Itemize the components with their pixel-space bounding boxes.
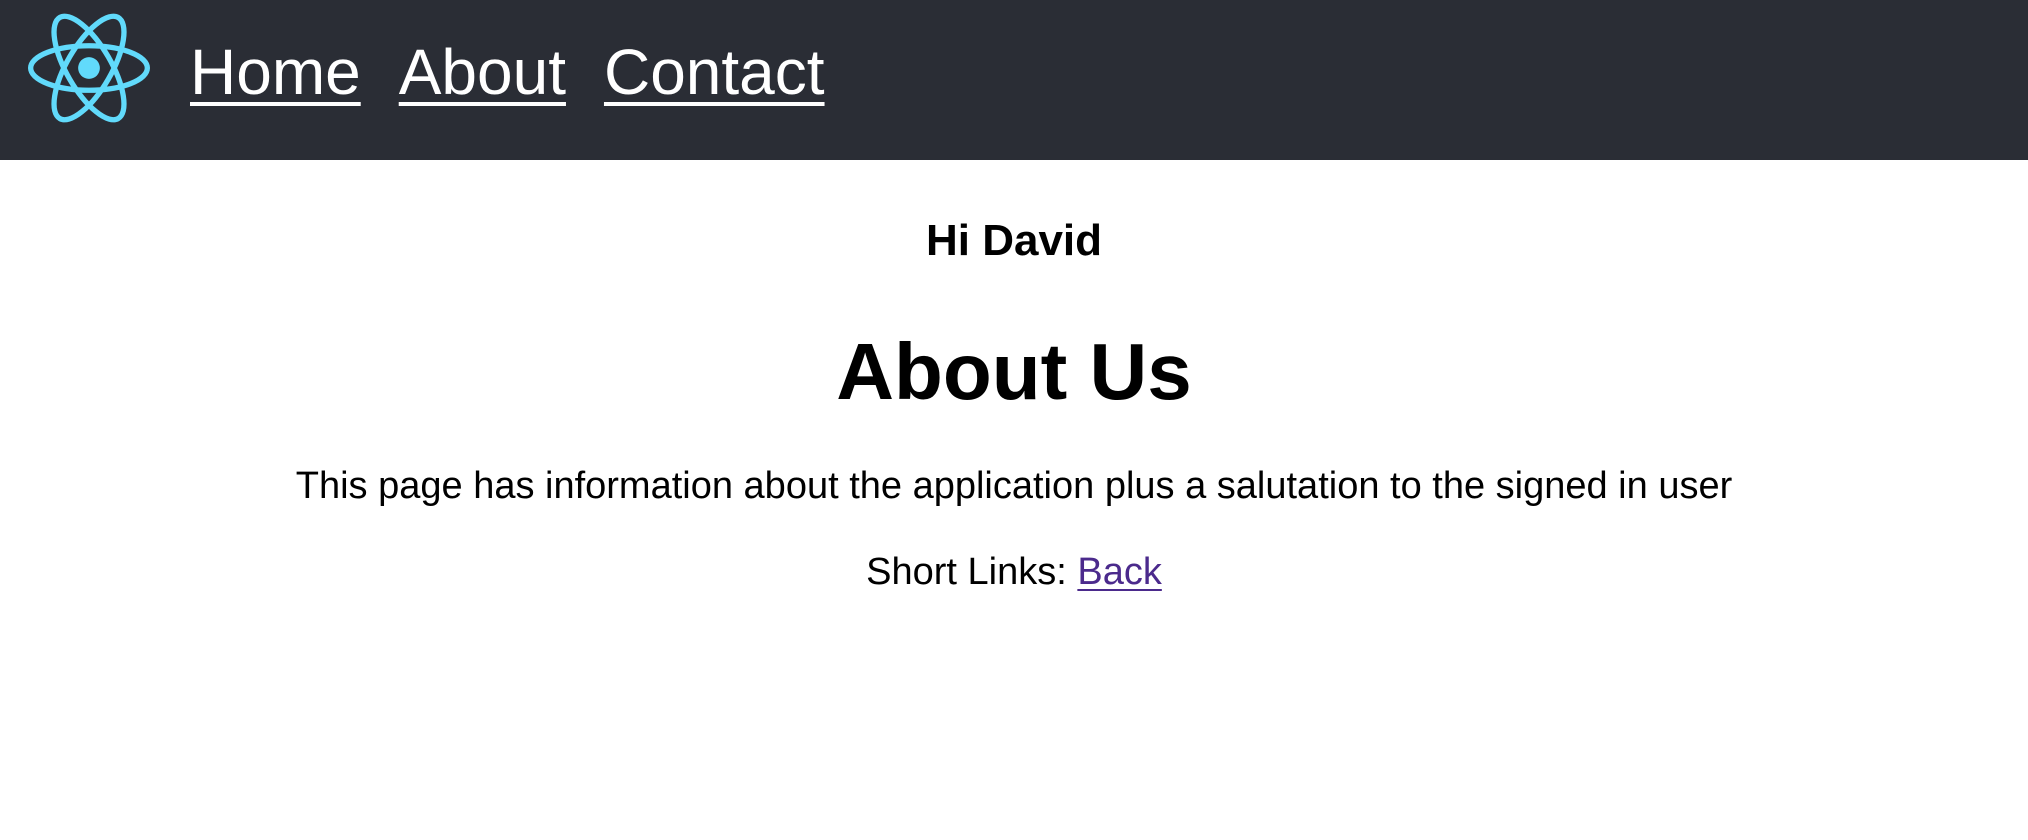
nav-link-contact[interactable]: Contact [604, 30, 825, 114]
short-links: Short Links: Back [0, 548, 2028, 596]
page-description: This page has information about the appl… [295, 465, 1733, 507]
short-links-label: Short Links: [866, 551, 1078, 593]
back-link[interactable]: Back [1077, 551, 1161, 593]
nav-link-home[interactable]: Home [190, 30, 361, 114]
top-navbar: Home About Contact [0, 0, 2028, 160]
page-title: About Us [836, 327, 1192, 416]
nav-link-about[interactable]: About [399, 30, 566, 114]
react-logo-icon[interactable] [28, 12, 150, 124]
nav-links: Home About Contact [190, 30, 825, 114]
user-greeting: Hi David [925, 216, 1103, 265]
